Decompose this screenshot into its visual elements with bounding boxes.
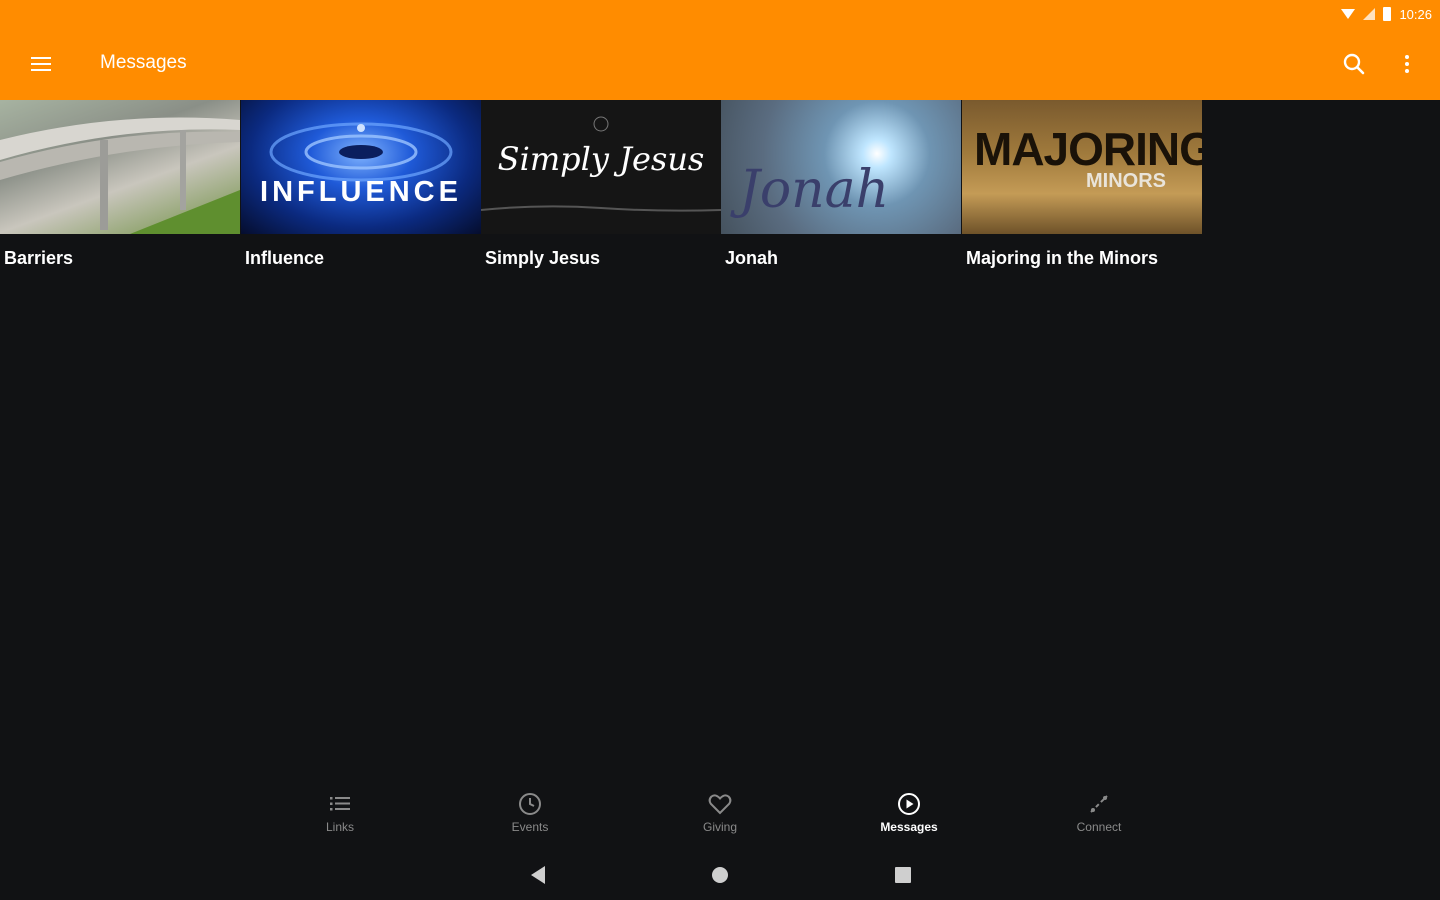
clock-icon <box>519 793 541 815</box>
nav-label: Events <box>511 820 549 834</box>
app-bar: Messages <box>0 28 1440 100</box>
hamburger-icon-line <box>31 69 51 71</box>
more-vert-icon-dot <box>1405 69 1409 73</box>
bottom-navigation: Links Events Giving Messages Connect <box>0 780 1440 844</box>
nav-item-messages[interactable]: Messages <box>859 790 959 842</box>
nav-label: Messages <box>880 820 938 834</box>
status-bar: 10:26 <box>0 0 1440 28</box>
thumbnail-text: Jonah <box>739 160 890 220</box>
thumbnail-text-top: MAJORING <box>974 123 1202 175</box>
menu-button[interactable] <box>22 46 60 82</box>
recents-button[interactable] <box>888 862 918 888</box>
more-vert-icon <box>1405 55 1409 59</box>
series-title: Barriers <box>4 248 74 268</box>
status-time: 10:26 <box>1399 6 1432 22</box>
nav-label: Giving <box>702 820 737 834</box>
nav-item-links[interactable]: Links <box>290 790 390 842</box>
hamburger-icon <box>31 57 51 59</box>
nav-item-connect[interactable]: Connect <box>1049 790 1149 842</box>
play-circle-icon <box>898 793 920 815</box>
system-navigation <box>0 850 1440 900</box>
home-button[interactable] <box>705 862 735 888</box>
nav-item-giving[interactable]: Giving <box>670 790 770 842</box>
back-button[interactable] <box>524 862 554 888</box>
series-title: Simply Jesus <box>485 248 601 268</box>
battery-icon <box>1383 7 1392 21</box>
series-thumbnail: Jonah <box>721 100 961 234</box>
series-title: Jonah <box>725 248 779 268</box>
series-tile-simply-jesus[interactable]: Simply Jesus Simply Jesus <box>481 100 721 280</box>
series-tile-influence[interactable]: INFLUENCE Influence <box>241 100 481 280</box>
ground-line-image <box>481 116 721 212</box>
series-thumbnail: MAJORING MINORS <box>962 100 1202 234</box>
home-circle-icon <box>712 867 728 883</box>
connect-icon <box>1090 795 1108 813</box>
page-title: Messages <box>100 52 187 73</box>
series-tile-majoring-in-the-minors[interactable]: MAJORING MINORS Majoring in the Minors <box>962 100 1202 280</box>
series-thumbnail: INFLUENCE <box>241 100 481 234</box>
series-title: Majoring in the Minors <box>966 248 1158 268</box>
back-triangle-icon <box>531 866 545 884</box>
series-grid: Barriers INFLUENCE Influence Simply Jesu… <box>0 100 1202 280</box>
wifi-icon <box>1341 9 1356 19</box>
guardrail-image <box>0 117 240 234</box>
recents-square-icon <box>895 867 911 883</box>
signal-icon <box>1363 8 1376 20</box>
search-icon <box>1343 53 1365 75</box>
series-thumbnail: Simply Jesus <box>481 100 721 234</box>
status-icons: 10:26 <box>1341 5 1432 23</box>
more-vert-icon-dot <box>1405 62 1409 66</box>
series-thumbnail <box>0 100 240 234</box>
water-drop-image <box>269 122 453 182</box>
series-title: Influence <box>245 248 325 268</box>
nav-label: Links <box>325 820 354 834</box>
overflow-menu-button[interactable] <box>1392 46 1422 82</box>
series-tile-jonah[interactable]: Jonah Jonah <box>721 100 961 280</box>
thumbnail-text-bottom: MINORS <box>1086 170 1166 192</box>
heart-icon <box>708 794 732 815</box>
thumbnail-text: INFLUENCE <box>260 176 462 208</box>
nav-label: Connect <box>1076 820 1122 834</box>
list-icon <box>330 797 350 811</box>
nav-item-events[interactable]: Events <box>480 790 580 842</box>
search-button[interactable] <box>1336 46 1372 82</box>
series-tile-barriers[interactable]: Barriers <box>0 100 240 280</box>
hamburger-icon-line <box>31 63 51 65</box>
